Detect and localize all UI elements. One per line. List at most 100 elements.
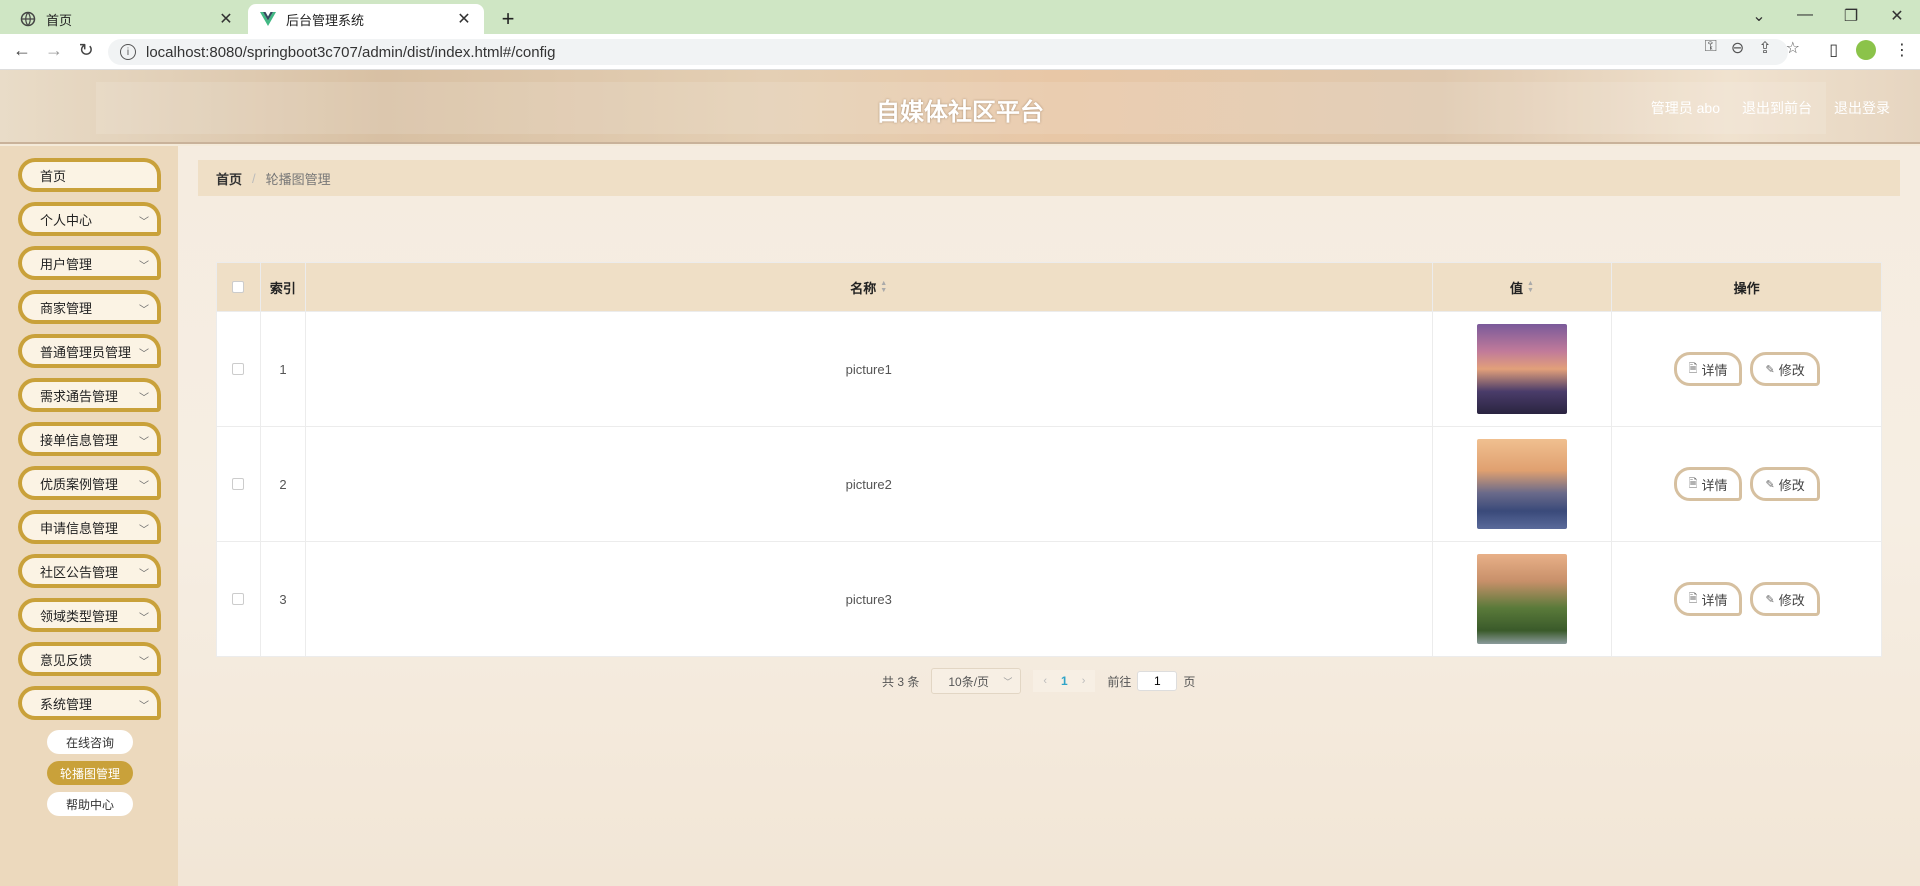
sidebar-item-label: 用户管理 [40, 256, 93, 272]
browser-tab-home[interactable]: 首页 ✕ [8, 4, 246, 34]
row-index: 2 [261, 427, 306, 541]
row-checkbox[interactable] [232, 593, 245, 605]
row-value [1433, 542, 1613, 656]
star-icon[interactable]: ☆ [1786, 38, 1800, 58]
edit-button[interactable]: ✎ 修改 [1750, 467, 1820, 501]
goto-page-input[interactable] [1137, 671, 1178, 691]
submenu-item-help[interactable]: 帮助中心 [47, 792, 133, 816]
row-value [1433, 312, 1613, 426]
row-checkbox[interactable] [232, 363, 245, 375]
button-label: 详情 [1701, 477, 1728, 493]
sidebar-item-label: 接单信息管理 [40, 432, 119, 448]
carousel-image[interactable] [1476, 324, 1567, 414]
sidebar-item-label: 需求通告管理 [40, 388, 119, 404]
minimize-button[interactable]: — [1782, 6, 1828, 24]
sidebar-item-feedback[interactable]: 意见反馈 ﹀ [18, 642, 161, 676]
reload-icon[interactable]: ↻ [74, 40, 98, 61]
carousel-image[interactable] [1476, 554, 1567, 644]
sort-icon[interactable]: ▲ ▼ [880, 280, 887, 294]
close-tab-icon[interactable]: ✕ [456, 9, 472, 29]
sidebar-item-domain-types[interactable]: 领域类型管理 ﹀ [18, 598, 161, 632]
goto-suffix: 页 [1183, 674, 1196, 689]
row-index: 1 [261, 312, 306, 426]
button-label: 修改 [1778, 592, 1805, 608]
back-to-front-link[interactable]: 退出到前台 [1742, 98, 1812, 118]
sidebar-item-applications[interactable]: 申请信息管理 ﹀ [18, 510, 161, 544]
chevron-down-icon: ﹀ [139, 481, 149, 492]
document-icon: 🗎 [1688, 592, 1698, 605]
table-row: 1 picture1 🗎 详情 ✎ 修改 [217, 311, 1881, 426]
globe-icon [20, 11, 36, 27]
page-navigator: ‹ 1 › [1033, 670, 1096, 692]
goto-prefix: 前往 [1107, 674, 1132, 689]
url-text: localhost:8080/springboot3c707/admin/dis… [146, 43, 556, 61]
sidebar-item-announcements[interactable]: 社区公告管理 ﹀ [18, 554, 161, 588]
back-arrow-icon[interactable]: ← [10, 40, 34, 61]
main-content: 首页 / 轮播图管理 索引 名称 ▲ ▼ 值 ▲ ▼ 操作 1 picture1 🗎 详情… [178, 146, 1920, 886]
next-page-icon[interactable]: › [1082, 675, 1086, 687]
sidebar-item-cases[interactable]: 优质案例管理 ﹀ [18, 466, 161, 500]
header-actions: 操作 [1612, 263, 1881, 311]
row-select-cell [217, 542, 261, 656]
edit-button[interactable]: ✎ 修改 [1750, 352, 1820, 386]
close-tab-icon[interactable]: ✕ [218, 9, 234, 29]
detail-button[interactable]: 🗎 详情 [1673, 582, 1743, 616]
column-title: 名称 [850, 280, 877, 296]
sidebar-item-home[interactable]: 首页 [18, 158, 161, 192]
edit-button[interactable]: ✎ 修改 [1750, 582, 1820, 616]
sidebar-item-label: 商家管理 [40, 300, 93, 316]
key-icon[interactable]: ⚿ [1705, 38, 1717, 58]
chevron-down-icon: ﹀ [1003, 676, 1013, 687]
document-icon: 🗎 [1688, 477, 1698, 490]
zoom-icon[interactable]: ⊖ [1731, 38, 1744, 58]
sidebar-item-merchants[interactable]: 商家管理 ﹀ [18, 290, 161, 324]
row-select-cell [217, 427, 261, 541]
breadcrumb-home[interactable]: 首页 [216, 169, 242, 188]
detail-button[interactable]: 🗎 详情 [1673, 467, 1743, 501]
address-bar[interactable]: i localhost:8080/springboot3c707/admin/d… [108, 39, 1788, 65]
select-all-checkbox[interactable] [232, 281, 245, 293]
row-index: 3 [261, 542, 306, 656]
page-size-select[interactable]: 10条/页 ﹀ [931, 668, 1022, 694]
sidebar-item-users[interactable]: 用户管理 ﹀ [18, 246, 161, 280]
header-name[interactable]: 名称 ▲ ▼ [306, 263, 1433, 311]
submenu-item-consult[interactable]: 在线咨询 [47, 730, 133, 754]
profile-avatar[interactable] [1856, 40, 1876, 60]
browser-tab-title: 首页 [46, 12, 73, 28]
forward-arrow-icon[interactable]: → [42, 40, 66, 61]
sidebar-item-system[interactable]: 系统管理 ﹀ [18, 686, 161, 720]
logout-link[interactable]: 退出登录 [1834, 98, 1890, 118]
pagination: 共 3 条 10条/页 ﹀ ‹ 1 › 前往 页 [882, 668, 1195, 694]
sidebar-item-admins[interactable]: 普通管理员管理 ﹀ [18, 334, 161, 368]
submenu-item-carousel[interactable]: 轮播图管理 [47, 761, 133, 785]
sort-icon[interactable]: ▲ ▼ [1527, 280, 1534, 294]
sidebar-item-orders[interactable]: 接单信息管理 ﹀ [18, 422, 161, 456]
info-icon[interactable]: i [120, 44, 136, 60]
prev-page-icon[interactable]: ‹ [1043, 675, 1047, 687]
header-value[interactable]: 值 ▲ ▼ [1433, 263, 1613, 311]
detail-button[interactable]: 🗎 详情 [1673, 352, 1743, 386]
restore-button[interactable]: ❐ [1828, 6, 1874, 26]
browser-toolbar: ← → ↻ i localhost:8080/springboot3c707/a… [0, 34, 1920, 70]
document-icon: 🗎 [1688, 362, 1698, 375]
browser-tab-admin[interactable]: 后台管理系统 ✕ [248, 4, 484, 34]
column-title: 索引 [269, 280, 296, 296]
tab-search-icon[interactable]: ⌄ [1736, 6, 1782, 26]
button-label: 详情 [1701, 592, 1728, 608]
sidebar-item-personal-center[interactable]: 个人中心 ﹀ [18, 202, 161, 236]
row-checkbox[interactable] [232, 478, 245, 490]
page-number-current[interactable]: 1 [1061, 674, 1068, 688]
sidebar: 首页 个人中心 ﹀ 用户管理 ﹀ 商家管理 ﹀ 普通管理员管理 ﹀ 需求通告管理 ﹀ 接单… [0, 146, 178, 886]
more-menu-icon[interactable]: ⋮ [1894, 40, 1910, 60]
breadcrumb-current: 轮播图管理 [265, 171, 331, 187]
new-tab-button[interactable]: + [496, 6, 520, 32]
total-count: 共 3 条 [882, 674, 920, 689]
breadcrumb: 首页 / 轮播图管理 [198, 160, 1900, 196]
chevron-down-icon: ﹀ [139, 437, 149, 448]
carousel-image[interactable] [1476, 439, 1567, 529]
sidepanel-icon[interactable]: ▯ [1829, 40, 1838, 60]
share-icon[interactable]: ⇪ [1758, 38, 1771, 58]
sidebar-item-demand-notices[interactable]: 需求通告管理 ﹀ [18, 378, 161, 412]
chevron-down-icon: ﹀ [139, 217, 149, 228]
close-window-button[interactable]: ✕ [1874, 6, 1920, 26]
